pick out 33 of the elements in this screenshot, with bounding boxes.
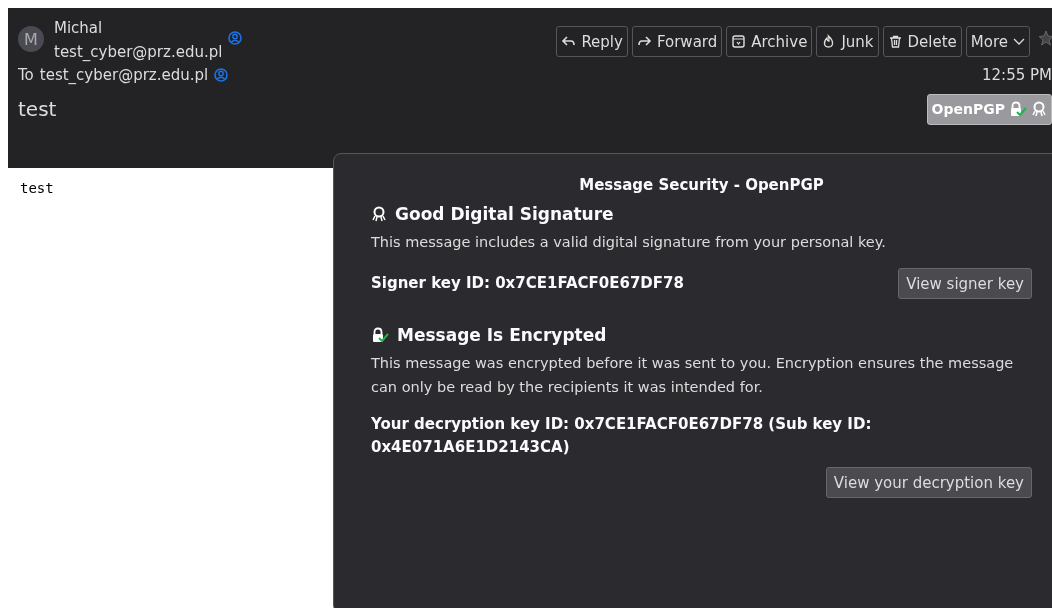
sender-email[interactable]: test_cyber@prz.edu.pl (54, 40, 223, 64)
contact-icon (214, 68, 229, 82)
key-id-text: Your decryption key ID: 0x7CE1FACF0E67DF78 (Sub key ID: 0x4E071A6E1D2143CA) (371, 414, 873, 458)
delete-icon (887, 34, 903, 49)
avatar: M (18, 26, 44, 52)
section-heading: Message Is Encrypted (397, 325, 607, 345)
popup-title: Message Security - OpenPGP (579, 176, 824, 194)
chevron-icon (1013, 37, 1025, 46)
recipient-email[interactable]: test_cyber@prz.edu.pl (39, 66, 209, 84)
section-description: This message includes a valid digital signature from your personal key. (371, 233, 887, 252)
to-label: To (18, 66, 34, 84)
message-time: 12:55 PM (982, 66, 1052, 84)
archive-icon (731, 34, 747, 49)
lock-check-icon (371, 327, 389, 343)
section-description: This message was encrypted before it was sent to you. Encryption ensures the message can only be read by the recipients it was intended for. (371, 354, 1015, 397)
sender-name: Michal (54, 18, 104, 39)
more-button[interactable]: More (965, 26, 1030, 57)
view-key-button[interactable]: View signer key (898, 268, 1032, 299)
seal-icon (1031, 101, 1047, 117)
key-id-text: Signer key ID: 0x7CE1FACF0E67DF78 (371, 273, 684, 294)
view-key-button[interactable]: View your decryption key (825, 467, 1032, 498)
message-subject: test (18, 97, 57, 121)
delete-button[interactable]: Delete (882, 26, 962, 57)
junk-button[interactable]: Junk (816, 26, 879, 57)
reply-button[interactable]: Reply (556, 26, 628, 57)
archive-button[interactable]: Archive (726, 26, 813, 57)
section-heading: Good Digital Signature (395, 204, 614, 224)
message-body: test (20, 180, 54, 196)
contact-icon (228, 31, 243, 45)
star-icon[interactable] (1038, 30, 1052, 46)
lock-check-icon (1009, 101, 1027, 117)
forward-button[interactable]: Forward (631, 26, 723, 57)
seal-icon (371, 206, 387, 222)
